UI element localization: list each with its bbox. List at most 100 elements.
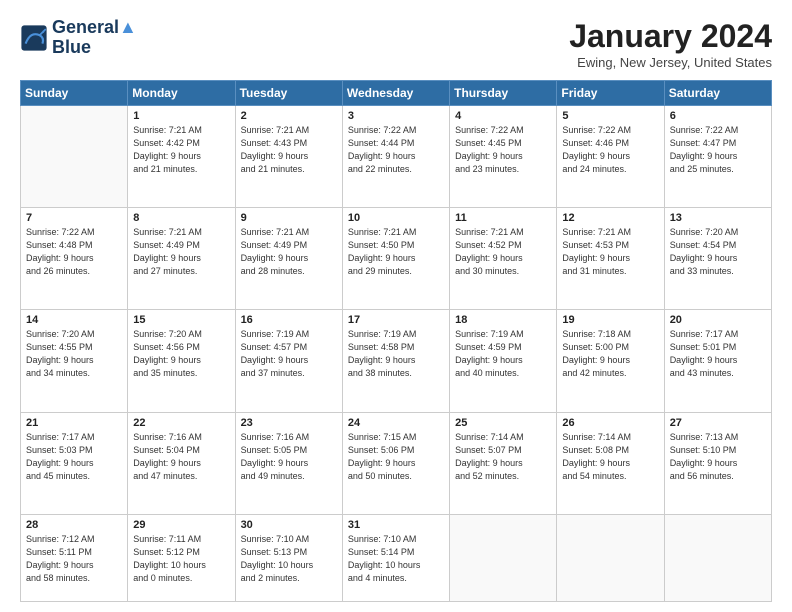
day-info: Sunrise: 7:15 AM Sunset: 5:06 PM Dayligh…	[348, 431, 444, 483]
calendar-day-cell: 22 Sunrise: 7:16 AM Sunset: 5:04 PM Dayli…	[128, 412, 235, 514]
calendar-day-cell: 23 Sunrise: 7:16 AM Sunset: 5:05 PM Dayli…	[235, 412, 342, 514]
day-number: 6	[670, 110, 766, 122]
calendar-day-cell: 27 Sunrise: 7:13 AM Sunset: 5:10 PM Dayli…	[664, 412, 771, 514]
calendar-day-cell: 21 Sunrise: 7:17 AM Sunset: 5:03 PM Dayli…	[21, 412, 128, 514]
day-number: 24	[348, 417, 444, 429]
weekday-header-friday: Friday	[557, 81, 664, 106]
day-info: Sunrise: 7:17 AM Sunset: 5:03 PM Dayligh…	[26, 431, 122, 483]
day-number: 20	[670, 314, 766, 326]
calendar-day-cell: 1 Sunrise: 7:21 AM Sunset: 4:42 PM Daylig…	[128, 106, 235, 208]
weekday-header-row: SundayMondayTuesdayWednesdayThursdayFrid…	[21, 81, 772, 106]
day-info: Sunrise: 7:22 AM Sunset: 4:46 PM Dayligh…	[562, 124, 658, 176]
calendar-day-cell: 11 Sunrise: 7:21 AM Sunset: 4:52 PM Dayli…	[450, 208, 557, 310]
calendar-day-cell: 31 Sunrise: 7:10 AM Sunset: 5:14 PM Dayli…	[342, 514, 449, 601]
weekday-header-tuesday: Tuesday	[235, 81, 342, 106]
logo-text: General▲ Blue	[52, 18, 137, 58]
calendar-day-cell: 6 Sunrise: 7:22 AM Sunset: 4:47 PM Daylig…	[664, 106, 771, 208]
calendar-day-cell: 16 Sunrise: 7:19 AM Sunset: 4:57 PM Dayli…	[235, 310, 342, 412]
location: Ewing, New Jersey, United States	[569, 55, 772, 70]
day-number: 19	[562, 314, 658, 326]
calendar-day-cell: 9Sunrise: 7:21 AM Sunset: 4:49 PM Daylig…	[235, 208, 342, 310]
calendar-day-cell: 28 Sunrise: 7:12 AM Sunset: 5:11 PM Dayli…	[21, 514, 128, 601]
day-info: Sunrise: 7:22 AM Sunset: 4:47 PM Dayligh…	[670, 124, 766, 176]
day-info: Sunrise: 7:14 AM Sunset: 5:07 PM Dayligh…	[455, 431, 551, 483]
day-number: 10	[348, 212, 444, 224]
day-number: 28	[26, 519, 122, 531]
title-area: January 2024 Ewing, New Jersey, United S…	[569, 18, 772, 70]
day-info: Sunrise: 7:21 AM Sunset: 4:53 PM Dayligh…	[562, 226, 658, 278]
day-number: 1	[133, 110, 229, 122]
logo: General▲ Blue	[20, 18, 137, 58]
day-number: 31	[348, 519, 444, 531]
day-number: 9	[241, 212, 337, 224]
day-number: 26	[562, 417, 658, 429]
day-number: 16	[241, 314, 337, 326]
calendar-week-row: 7 Sunrise: 7:22 AM Sunset: 4:48 PM Daylig…	[21, 208, 772, 310]
calendar-day-cell: 19 Sunrise: 7:18 AM Sunset: 5:00 PM Dayli…	[557, 310, 664, 412]
day-info: Sunrise: 7:10 AM Sunset: 5:13 PM Dayligh…	[241, 533, 337, 585]
day-number: 18	[455, 314, 551, 326]
day-info: Sunrise: 7:21 AM Sunset: 4:50 PM Dayligh…	[348, 226, 444, 278]
day-info: Sunrise: 7:10 AM Sunset: 5:14 PM Dayligh…	[348, 533, 444, 585]
day-number: 29	[133, 519, 229, 531]
logo-icon	[20, 24, 48, 52]
calendar-day-cell: 18 Sunrise: 7:19 AM Sunset: 4:59 PM Dayli…	[450, 310, 557, 412]
day-number: 21	[26, 417, 122, 429]
calendar-day-cell: 5 Sunrise: 7:22 AM Sunset: 4:46 PM Daylig…	[557, 106, 664, 208]
day-info: Sunrise: 7:12 AM Sunset: 5:11 PM Dayligh…	[26, 533, 122, 585]
calendar-week-row: 21 Sunrise: 7:17 AM Sunset: 5:03 PM Dayli…	[21, 412, 772, 514]
day-info: Sunrise: 7:18 AM Sunset: 5:00 PM Dayligh…	[562, 328, 658, 380]
calendar-day-cell: 17 Sunrise: 7:19 AM Sunset: 4:58 PM Dayli…	[342, 310, 449, 412]
day-info: Sunrise: 7:19 AM Sunset: 4:57 PM Dayligh…	[241, 328, 337, 380]
calendar-day-cell: 7 Sunrise: 7:22 AM Sunset: 4:48 PM Daylig…	[21, 208, 128, 310]
day-info: Sunrise: 7:19 AM Sunset: 4:59 PM Dayligh…	[455, 328, 551, 380]
calendar-day-cell: 2 Sunrise: 7:21 AM Sunset: 4:43 PM Daylig…	[235, 106, 342, 208]
day-number: 2	[241, 110, 337, 122]
day-info: Sunrise: 7:21 AM Sunset: 4:42 PM Dayligh…	[133, 124, 229, 176]
calendar-day-cell	[21, 106, 128, 208]
calendar-day-cell: 4 Sunrise: 7:22 AM Sunset: 4:45 PM Daylig…	[450, 106, 557, 208]
day-info: Sunrise: 7:13 AM Sunset: 5:10 PM Dayligh…	[670, 431, 766, 483]
weekday-header-sunday: Sunday	[21, 81, 128, 106]
weekday-header-monday: Monday	[128, 81, 235, 106]
calendar-day-cell: 30Sunrise: 7:10 AM Sunset: 5:13 PM Dayli…	[235, 514, 342, 601]
calendar-table: SundayMondayTuesdayWednesdayThursdayFrid…	[20, 80, 772, 602]
calendar-day-cell	[450, 514, 557, 601]
day-number: 5	[562, 110, 658, 122]
calendar-week-row: 28 Sunrise: 7:12 AM Sunset: 5:11 PM Dayli…	[21, 514, 772, 601]
day-number: 11	[455, 212, 551, 224]
calendar-day-cell: 20Sunrise: 7:17 AM Sunset: 5:01 PM Dayli…	[664, 310, 771, 412]
day-number: 14	[26, 314, 122, 326]
calendar-day-cell: 12Sunrise: 7:21 AM Sunset: 4:53 PM Dayli…	[557, 208, 664, 310]
day-number: 17	[348, 314, 444, 326]
day-info: Sunrise: 7:22 AM Sunset: 4:45 PM Dayligh…	[455, 124, 551, 176]
day-info: Sunrise: 7:14 AM Sunset: 5:08 PM Dayligh…	[562, 431, 658, 483]
day-info: Sunrise: 7:22 AM Sunset: 4:48 PM Dayligh…	[26, 226, 122, 278]
calendar-day-cell: 25 Sunrise: 7:14 AM Sunset: 5:07 PM Dayli…	[450, 412, 557, 514]
day-info: Sunrise: 7:21 AM Sunset: 4:52 PM Dayligh…	[455, 226, 551, 278]
weekday-header-thursday: Thursday	[450, 81, 557, 106]
day-number: 25	[455, 417, 551, 429]
calendar-day-cell: 24 Sunrise: 7:15 AM Sunset: 5:06 PM Dayli…	[342, 412, 449, 514]
calendar-day-cell: 14Sunrise: 7:20 AM Sunset: 4:55 PM Dayli…	[21, 310, 128, 412]
day-info: Sunrise: 7:21 AM Sunset: 4:43 PM Dayligh…	[241, 124, 337, 176]
calendar-week-row: 14Sunrise: 7:20 AM Sunset: 4:55 PM Dayli…	[21, 310, 772, 412]
calendar-day-cell: 15Sunrise: 7:20 AM Sunset: 4:56 PM Dayli…	[128, 310, 235, 412]
day-number: 27	[670, 417, 766, 429]
day-info: Sunrise: 7:16 AM Sunset: 5:05 PM Dayligh…	[241, 431, 337, 483]
calendar-day-cell: 29Sunrise: 7:11 AM Sunset: 5:12 PM Dayli…	[128, 514, 235, 601]
day-number: 23	[241, 417, 337, 429]
day-number: 7	[26, 212, 122, 224]
calendar-day-cell: 10 Sunrise: 7:21 AM Sunset: 4:50 PM Dayli…	[342, 208, 449, 310]
day-info: Sunrise: 7:16 AM Sunset: 5:04 PM Dayligh…	[133, 431, 229, 483]
calendar-day-cell: 3Sunrise: 7:22 AM Sunset: 4:44 PM Daylig…	[342, 106, 449, 208]
day-info: Sunrise: 7:19 AM Sunset: 4:58 PM Dayligh…	[348, 328, 444, 380]
page: General▲ Blue January 2024 Ewing, New Je…	[0, 0, 792, 612]
header: General▲ Blue January 2024 Ewing, New Je…	[20, 18, 772, 70]
day-info: Sunrise: 7:22 AM Sunset: 4:44 PM Dayligh…	[348, 124, 444, 176]
day-info: Sunrise: 7:21 AM Sunset: 4:49 PM Dayligh…	[133, 226, 229, 278]
calendar-day-cell: 13Sunrise: 7:20 AM Sunset: 4:54 PM Dayli…	[664, 208, 771, 310]
day-number: 4	[455, 110, 551, 122]
month-title: January 2024	[569, 18, 772, 55]
day-number: 22	[133, 417, 229, 429]
